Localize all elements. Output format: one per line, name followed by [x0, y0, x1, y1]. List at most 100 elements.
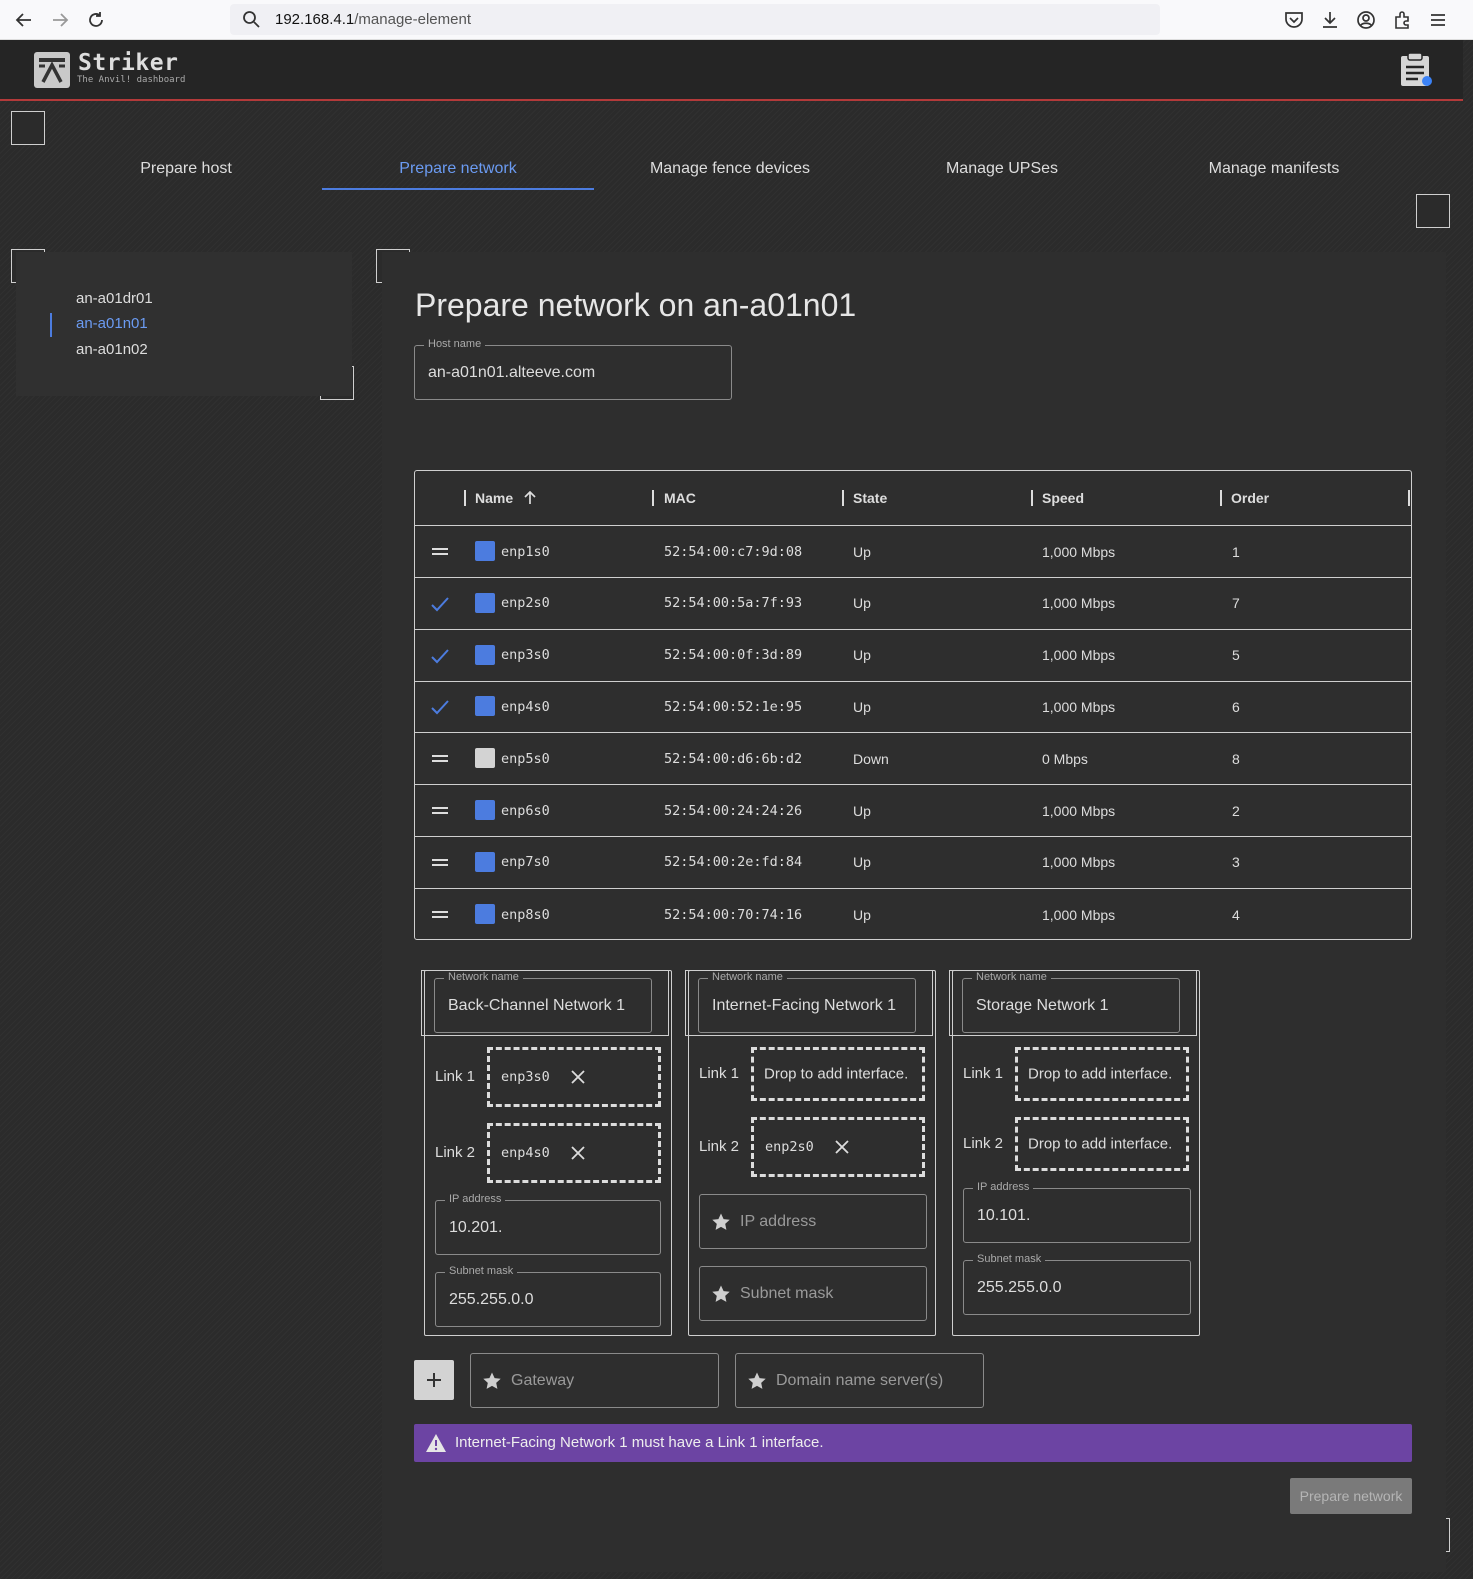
interface-state-indicator: [475, 903, 495, 924]
extensions-icon[interactable]: [1391, 9, 1413, 31]
check-icon: [431, 597, 449, 612]
link2-dropzone[interactable]: Drop to add interface.: [1015, 1117, 1189, 1171]
link2-dropzone[interactable]: enp2s0: [751, 1117, 925, 1177]
tab-prepare-network[interactable]: Prepare network: [322, 150, 594, 190]
required-star-icon: [748, 1372, 766, 1389]
url-bar[interactable]: 192.168.4.1/manage-element: [230, 4, 1160, 35]
tab-manage-upses[interactable]: Manage UPSes: [866, 150, 1138, 190]
subnet-mask-field[interactable]: Subnet mask 255.255.0.0: [435, 1265, 661, 1327]
table-row[interactable]: enp5s0 52:54:00:d6:6b:d2 Down 0 Mbps 8: [415, 733, 1411, 786]
host-name-label: Host name: [424, 338, 486, 350]
table-row[interactable]: enp3s0 52:54:00:0f:3d:89 Up 1,000 Mbps 5: [415, 630, 1411, 682]
table-row[interactable]: enp8s0 52:54:00:70:74:16 Up 1,000 Mbps 4: [415, 889, 1411, 941]
gateway-field[interactable]: Gateway: [470, 1353, 719, 1408]
account-icon[interactable]: [1355, 9, 1377, 31]
url-text: 192.168.4.1/manage-element: [275, 11, 471, 28]
network-name-value: Back-Channel Network 1: [448, 996, 625, 1014]
network-name-wrapper: Network name Storage Network 1: [949, 970, 1197, 1036]
column-separator: [464, 490, 466, 506]
pocket-icon[interactable]: [1283, 9, 1305, 31]
link1-dropzone[interactable]: enp3s0: [487, 1047, 661, 1107]
link1-dropzone[interactable]: Drop to add interface.: [1015, 1047, 1189, 1101]
host-item-an-a01dr01[interactable]: an-a01dr01: [76, 290, 153, 307]
interface-speed: 0 Mbps: [1042, 750, 1088, 767]
close-icon[interactable]: [569, 1144, 587, 1162]
table-row[interactable]: enp2s0 52:54:00:5a:7f:93 Up 1,000 Mbps 7: [415, 578, 1411, 630]
interface-mac: 52:54:00:c7:9d:08: [664, 543, 803, 560]
drag-handle-icon[interactable]: [432, 755, 448, 763]
interface-mac: 52:54:00:70:74:16: [664, 906, 803, 923]
drag-handle-icon[interactable]: [432, 858, 448, 867]
interface-mac: 52:54:00:2e:fd:84: [664, 854, 803, 871]
link1-placeholder: Drop to add interface.: [764, 1065, 909, 1083]
drag-handle-icon[interactable]: [432, 548, 448, 556]
network-name-label: Network name: [444, 971, 523, 983]
add-network-button[interactable]: [414, 1360, 454, 1400]
subnet-mask-field[interactable]: Subnet mask: [699, 1266, 927, 1321]
required-star-icon: [483, 1372, 501, 1389]
network-card-back-channel: Network name Back-Channel Network 1 Link…: [421, 970, 672, 1336]
network-name-value: Internet-Facing Network 1: [712, 996, 897, 1014]
host-name-value: an-a01n01.alteeve.com: [428, 363, 596, 381]
table-row[interactable]: enp7s0 52:54:00:2e:fd:84 Up 1,000 Mbps 3: [415, 837, 1411, 889]
host-list-panel: an-a01dr01 an-a01n01 an-a01n02: [16, 252, 352, 396]
column-header-mac[interactable]: MAC: [664, 490, 696, 506]
striker-logo-icon: [39, 58, 65, 83]
tab-manage-fence-devices[interactable]: Manage fence devices: [594, 150, 866, 190]
tab-prepare-host[interactable]: Prepare host: [50, 150, 322, 190]
required-star-icon: [712, 1285, 730, 1302]
reload-icon[interactable]: [84, 8, 108, 32]
column-header-order[interactable]: Order: [1231, 490, 1269, 506]
tab-manage-manifests[interactable]: Manage manifests: [1138, 150, 1410, 190]
interface-mac: 52:54:00:0f:3d:89: [664, 647, 803, 664]
interface-state: Up: [853, 647, 871, 664]
drag-handle-icon[interactable]: [432, 807, 448, 815]
interface-mac: 52:54:00:52:1e:95: [664, 698, 803, 715]
app-subtitle: The Anvil! dashboard: [77, 75, 186, 85]
host-selected-marker: [50, 313, 52, 337]
validation-alert: Internet-Facing Network 1 must have a Li…: [414, 1424, 1412, 1462]
network-name-field[interactable]: Network name Internet-Facing Network 1: [698, 971, 916, 1033]
drag-handle-icon[interactable]: [432, 910, 448, 919]
network-name-field[interactable]: Network name Back-Channel Network 1: [434, 971, 652, 1033]
app-header: Striker The Anvil! dashboard: [0, 40, 1463, 101]
interface-name: enp7s0: [501, 854, 550, 871]
striker-logo[interactable]: [34, 52, 70, 88]
close-icon[interactable]: [569, 1068, 587, 1086]
back-arrow-icon[interactable]: [12, 8, 36, 32]
forward-arrow-icon[interactable]: [48, 8, 72, 32]
table-row[interactable]: enp1s0 52:54:00:c7:9d:08 Up 1,000 Mbps 1: [415, 526, 1411, 578]
link1-label: Link 1: [963, 1065, 1004, 1082]
menu-icon[interactable]: [1427, 9, 1449, 31]
link1-dropzone[interactable]: Drop to add interface.: [751, 1047, 925, 1101]
column-header-state[interactable]: State: [853, 490, 887, 506]
interface-state-indicator: [475, 851, 495, 872]
host-item-an-a01n01[interactable]: an-a01n01: [76, 315, 148, 332]
link2-interface: enp2s0: [765, 1139, 814, 1155]
table-row[interactable]: enp6s0 52:54:00:24:24:26 Up 1,000 Mbps 2: [415, 785, 1411, 837]
link2-label: Link 2: [435, 1144, 476, 1161]
ip-address-field[interactable]: IP address: [699, 1194, 927, 1249]
column-separator: [1031, 490, 1033, 506]
clipboard-icon[interactable]: [1396, 50, 1436, 90]
ip-address-field[interactable]: IP address 10.201.: [435, 1193, 661, 1255]
network-name-field[interactable]: Network name Storage Network 1: [962, 971, 1180, 1033]
table-row[interactable]: enp4s0 52:54:00:52:1e:95 Up 1,000 Mbps 6: [415, 681, 1411, 734]
dns-field[interactable]: Domain name server(s): [735, 1353, 984, 1408]
search-icon: [243, 11, 260, 28]
host-name-field[interactable]: Host name an-a01n01.alteeve.com: [414, 338, 732, 400]
column-header-name[interactable]: Name: [475, 490, 537, 506]
link1-label: Link 1: [435, 1068, 476, 1085]
column-header-speed[interactable]: Speed: [1042, 490, 1084, 506]
interface-state: Up: [853, 854, 871, 871]
subnet-mask-field[interactable]: Subnet mask 255.255.0.0: [963, 1253, 1191, 1315]
interface-speed: 1,000 Mbps: [1042, 543, 1116, 560]
link2-dropzone[interactable]: enp4s0: [487, 1123, 661, 1183]
host-item-an-a01n02[interactable]: an-a01n02: [76, 341, 148, 358]
ip-address-field[interactable]: IP address 10.101.: [963, 1181, 1191, 1243]
prepare-network-button[interactable]: Prepare network: [1290, 1478, 1412, 1514]
link1-interface: enp3s0: [501, 1069, 550, 1085]
download-icon[interactable]: [1319, 9, 1341, 31]
close-icon[interactable]: [833, 1138, 851, 1156]
interface-order: 6: [1232, 698, 1240, 715]
